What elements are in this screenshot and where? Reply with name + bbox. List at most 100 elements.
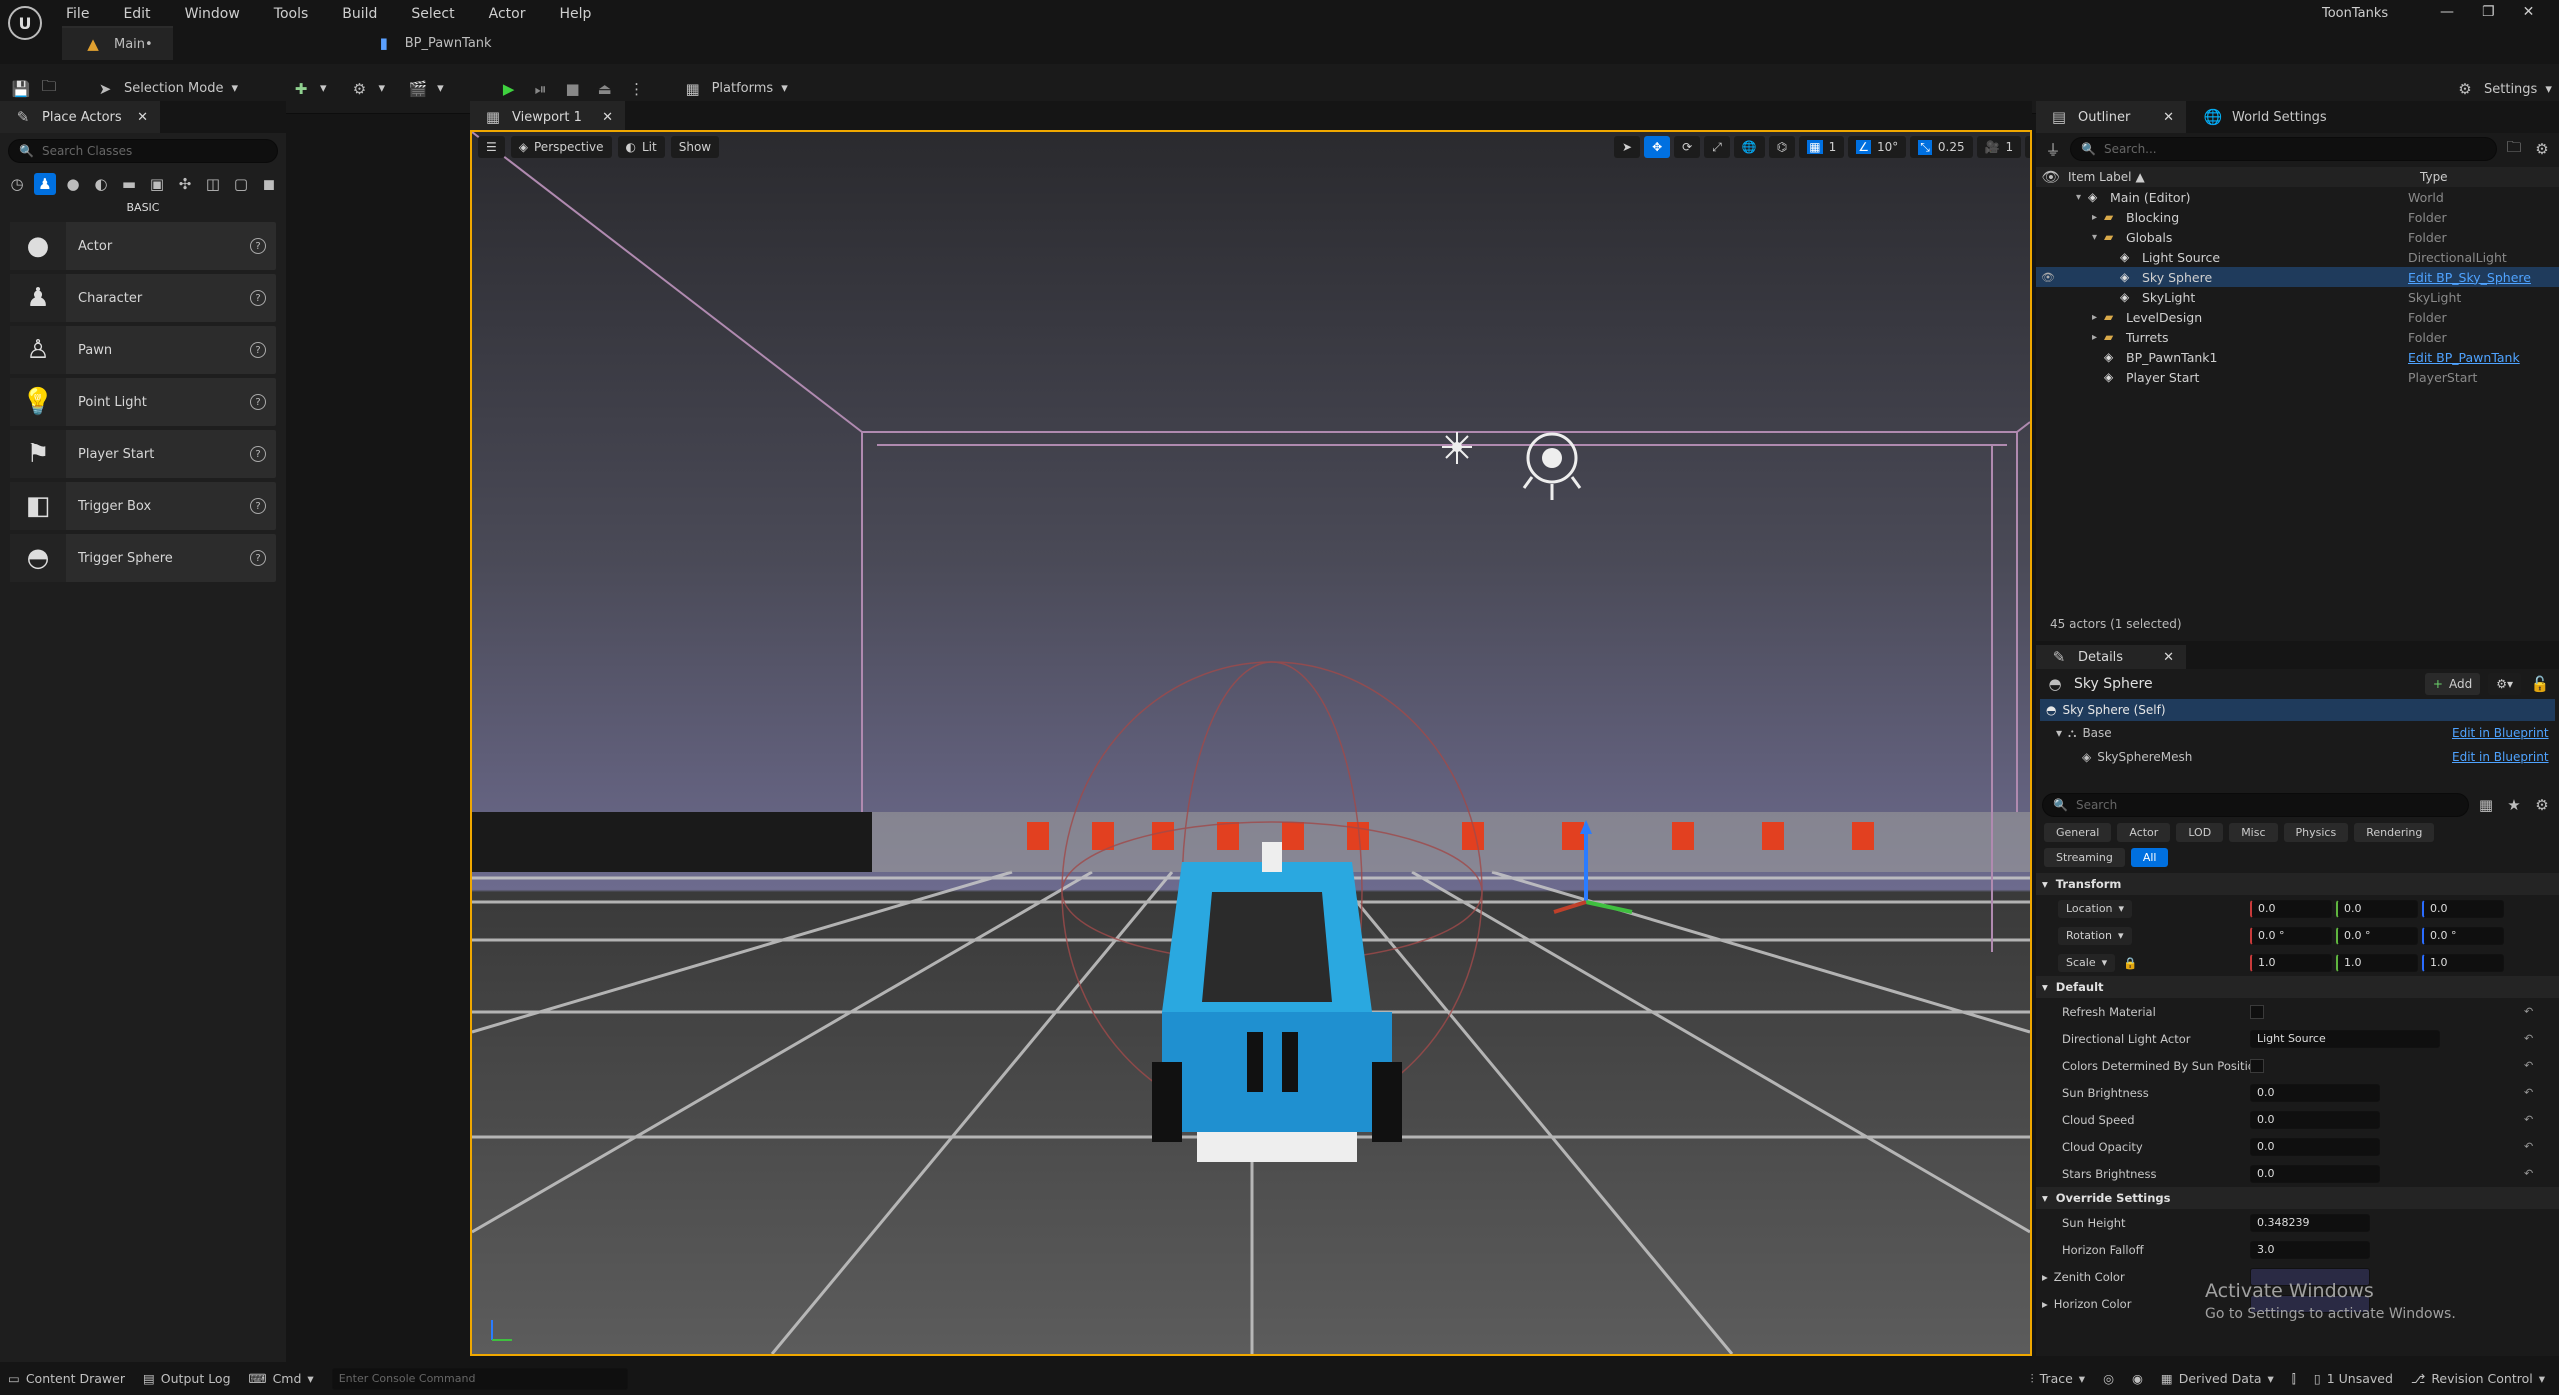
scale-x-field[interactable]: 1.0 — [2250, 953, 2332, 972]
browse-icon[interactable]: 🗀 — [38, 77, 60, 100]
perspective-button[interactable]: ◈ Perspective — [510, 136, 612, 158]
filter-physics[interactable]: Physics — [2283, 823, 2349, 842]
play-icon[interactable]: ▶ — [498, 78, 520, 100]
help-icon[interactable]: ? — [250, 498, 266, 514]
component-base-row[interactable]: ▾ ⛬ Base Edit in Blueprint — [2036, 721, 2559, 745]
star-icon[interactable]: ★ — [2503, 794, 2525, 816]
category-transform[interactable]: ▾ Transform — [2036, 873, 2559, 895]
edit-blueprint-link[interactable]: Edit BP_Sky_Sphere — [2408, 270, 2531, 285]
menu-build[interactable]: Build — [342, 6, 377, 22]
filter-rendering[interactable]: Rendering — [2354, 823, 2435, 842]
stop-icon[interactable]: ■ — [562, 78, 584, 100]
scale-snap-button[interactable]: ⤡ 0.25 — [1910, 136, 1973, 158]
outliner-row[interactable]: ◈ SkyLight SkyLight — [2036, 287, 2559, 307]
camera-speed-button[interactable]: 🎥 1 — [1976, 136, 2022, 158]
category-override-settings[interactable]: ▾ Override Settings — [2036, 1187, 2559, 1209]
viewport-canvas[interactable]: ☰ ◈ Perspective ◐ Lit Show ➤ ✥ ⟳ ⤢ 🌐 ⌬ ▦ 1 … — [470, 130, 2032, 1356]
unsaved-button[interactable]: ▯ 1 Unsaved — [2314, 1371, 2393, 1386]
scale-z-field[interactable]: 1.0 — [2422, 953, 2504, 972]
filter-general[interactable]: General — [2044, 823, 2112, 842]
location-z-field[interactable]: 0.0 — [2422, 899, 2504, 918]
lights-icon[interactable]: ● — [62, 173, 84, 195]
component-self-row[interactable]: ◓ Sky Sphere (Self) — [2040, 699, 2555, 721]
settings-gear-icon[interactable]: ⚙ — [2531, 138, 2553, 160]
tab-bp-pawntank[interactable]: ▮ BP_PawnTank — [353, 26, 512, 60]
platforms-button[interactable]: ▦ Platforms ▾ — [674, 73, 796, 105]
translate-tool-icon[interactable]: ✥ — [1644, 136, 1671, 158]
layout-icon[interactable]: ⊞ — [2025, 136, 2030, 158]
visibility-eye-icon[interactable]: 👁 — [2036, 271, 2060, 284]
reset-icon[interactable]: ↶ — [2524, 1005, 2533, 1018]
actor-item-trigger-sphere[interactable]: ◓ Trigger Sphere? — [10, 534, 276, 582]
shapes-icon[interactable]: ◐ — [90, 173, 112, 195]
filter-icon[interactable]: ⏚ — [2042, 138, 2064, 160]
lock-icon[interactable]: 🔓 — [2529, 673, 2551, 695]
location-dropdown[interactable]: Location ▾ — [2058, 899, 2133, 918]
property-number-field[interactable]: 0.0 — [2250, 1083, 2380, 1102]
record-icon[interactable]: ◎ — [2103, 1371, 2114, 1386]
grid-snap-button[interactable]: ▦ 1 — [1799, 136, 1845, 158]
derived-data-button[interactable]: ▦ Derived Data ▾ — [2161, 1371, 2274, 1386]
menu-file[interactable]: File — [66, 6, 89, 22]
close-icon[interactable]: ✕ — [2163, 650, 2174, 665]
menu-window[interactable]: Window — [185, 6, 240, 22]
component-mesh-row[interactable]: ◈ SkySphereMesh Edit in Blueprint — [2036, 745, 2559, 769]
property-number-field[interactable]: 0.0 — [2250, 1110, 2380, 1129]
surface-snap-icon[interactable]: ⌬ — [1768, 136, 1796, 158]
outliner-row[interactable]: ▸ ▰ Turrets Folder — [2036, 327, 2559, 347]
location-x-field[interactable]: 0.0 — [2250, 899, 2332, 918]
output-log-button[interactable]: ▤ Output Log — [143, 1371, 231, 1386]
blueprint-options-icon[interactable]: ⚙▾ — [2488, 673, 2521, 695]
reset-icon[interactable]: ↶ — [2524, 1032, 2533, 1045]
cinematic-icon[interactable]: ▬ — [118, 173, 140, 195]
close-icon[interactable]: ✕ — [602, 110, 613, 125]
lit-button[interactable]: ◐ Lit — [617, 136, 665, 158]
menu-edit[interactable]: Edit — [123, 6, 150, 22]
minimize-icon[interactable]: — — [2440, 4, 2454, 20]
close-icon[interactable]: ✕ — [2523, 4, 2535, 20]
more-icon[interactable]: ⋮ — [626, 78, 648, 100]
misc-icon[interactable]: ◼ — [258, 173, 280, 195]
edit-blueprint-link[interactable]: Edit BP_PawnTank — [2408, 350, 2520, 365]
actor-item-pawn[interactable]: ♙ Pawn? — [10, 326, 276, 374]
expand-arrow-icon[interactable]: ▾ — [2076, 192, 2088, 203]
reset-icon[interactable]: ↶ — [2524, 1086, 2533, 1099]
close-icon[interactable]: ✕ — [137, 110, 148, 125]
menu-tools[interactable]: Tools — [274, 6, 309, 22]
rotate-tool-icon[interactable]: ⟳ — [1674, 136, 1701, 158]
add-component-button[interactable]: + Add — [2424, 673, 2481, 695]
expand-arrow-icon[interactable]: ▾ — [2092, 232, 2104, 243]
outliner-search-input[interactable]: 🔍 Search... — [2070, 137, 2497, 161]
new-folder-icon[interactable]: 🗀 — [2503, 138, 2525, 160]
blueprint-menu-button[interactable]: ⚙ ▾ — [341, 73, 394, 105]
lock-icon[interactable]: 🔒 — [2123, 956, 2137, 970]
scale-tool-icon[interactable]: ⤢ — [1704, 136, 1730, 158]
property-number-field[interactable]: 0.348239 — [2250, 1213, 2370, 1232]
reset-icon[interactable]: ↶ — [2524, 1113, 2533, 1126]
outliner-row[interactable]: ▾ ▰ Globals Folder — [2036, 227, 2559, 247]
tab-outliner[interactable]: ▤ Outliner ✕ — [2036, 101, 2186, 133]
chevron-right-icon[interactable]: ▸ — [2042, 1270, 2048, 1284]
eye-icon[interactable]: 👁 — [2040, 166, 2062, 188]
column-item-label[interactable]: Item Label — [2068, 170, 2132, 184]
select-tool-icon[interactable]: ➤ — [1614, 136, 1641, 158]
actor-item-point-light[interactable]: 💡 Point Light? — [10, 378, 276, 426]
filter-actor[interactable]: Actor — [2117, 823, 2171, 842]
tab-details[interactable]: ✎ Details ✕ — [2036, 645, 2186, 669]
expand-arrow-icon[interactable]: ▸ — [2092, 312, 2104, 323]
stop-record-icon[interactable]: ◉ — [2132, 1371, 2143, 1386]
eject-icon[interactable]: ⏏ — [594, 78, 616, 100]
help-icon[interactable]: ? — [250, 550, 266, 566]
location-y-field[interactable]: 0.0 — [2336, 899, 2418, 918]
volumes-icon[interactable]: ◫ — [202, 173, 224, 195]
rotation-z-field[interactable]: 0.0 ° — [2422, 926, 2504, 945]
basic-icon[interactable]: ♟ — [34, 173, 56, 195]
menu-actor[interactable]: Actor — [489, 6, 526, 22]
revision-control-button[interactable]: ⎇ Revision Control ▾ — [2411, 1371, 2545, 1386]
save-icon[interactable]: 💾 — [10, 78, 32, 100]
actor-item-trigger-box[interactable]: ◧ Trigger Box? — [10, 482, 276, 530]
edit-in-blueprint-link[interactable]: Edit in Blueprint — [2452, 726, 2549, 740]
selection-mode-button[interactable]: ➤ Selection Mode ▾ — [86, 73, 246, 105]
outliner-row[interactable]: ▸ ▰ LevelDesign Folder — [2036, 307, 2559, 327]
scale-y-field[interactable]: 1.0 — [2336, 953, 2418, 972]
